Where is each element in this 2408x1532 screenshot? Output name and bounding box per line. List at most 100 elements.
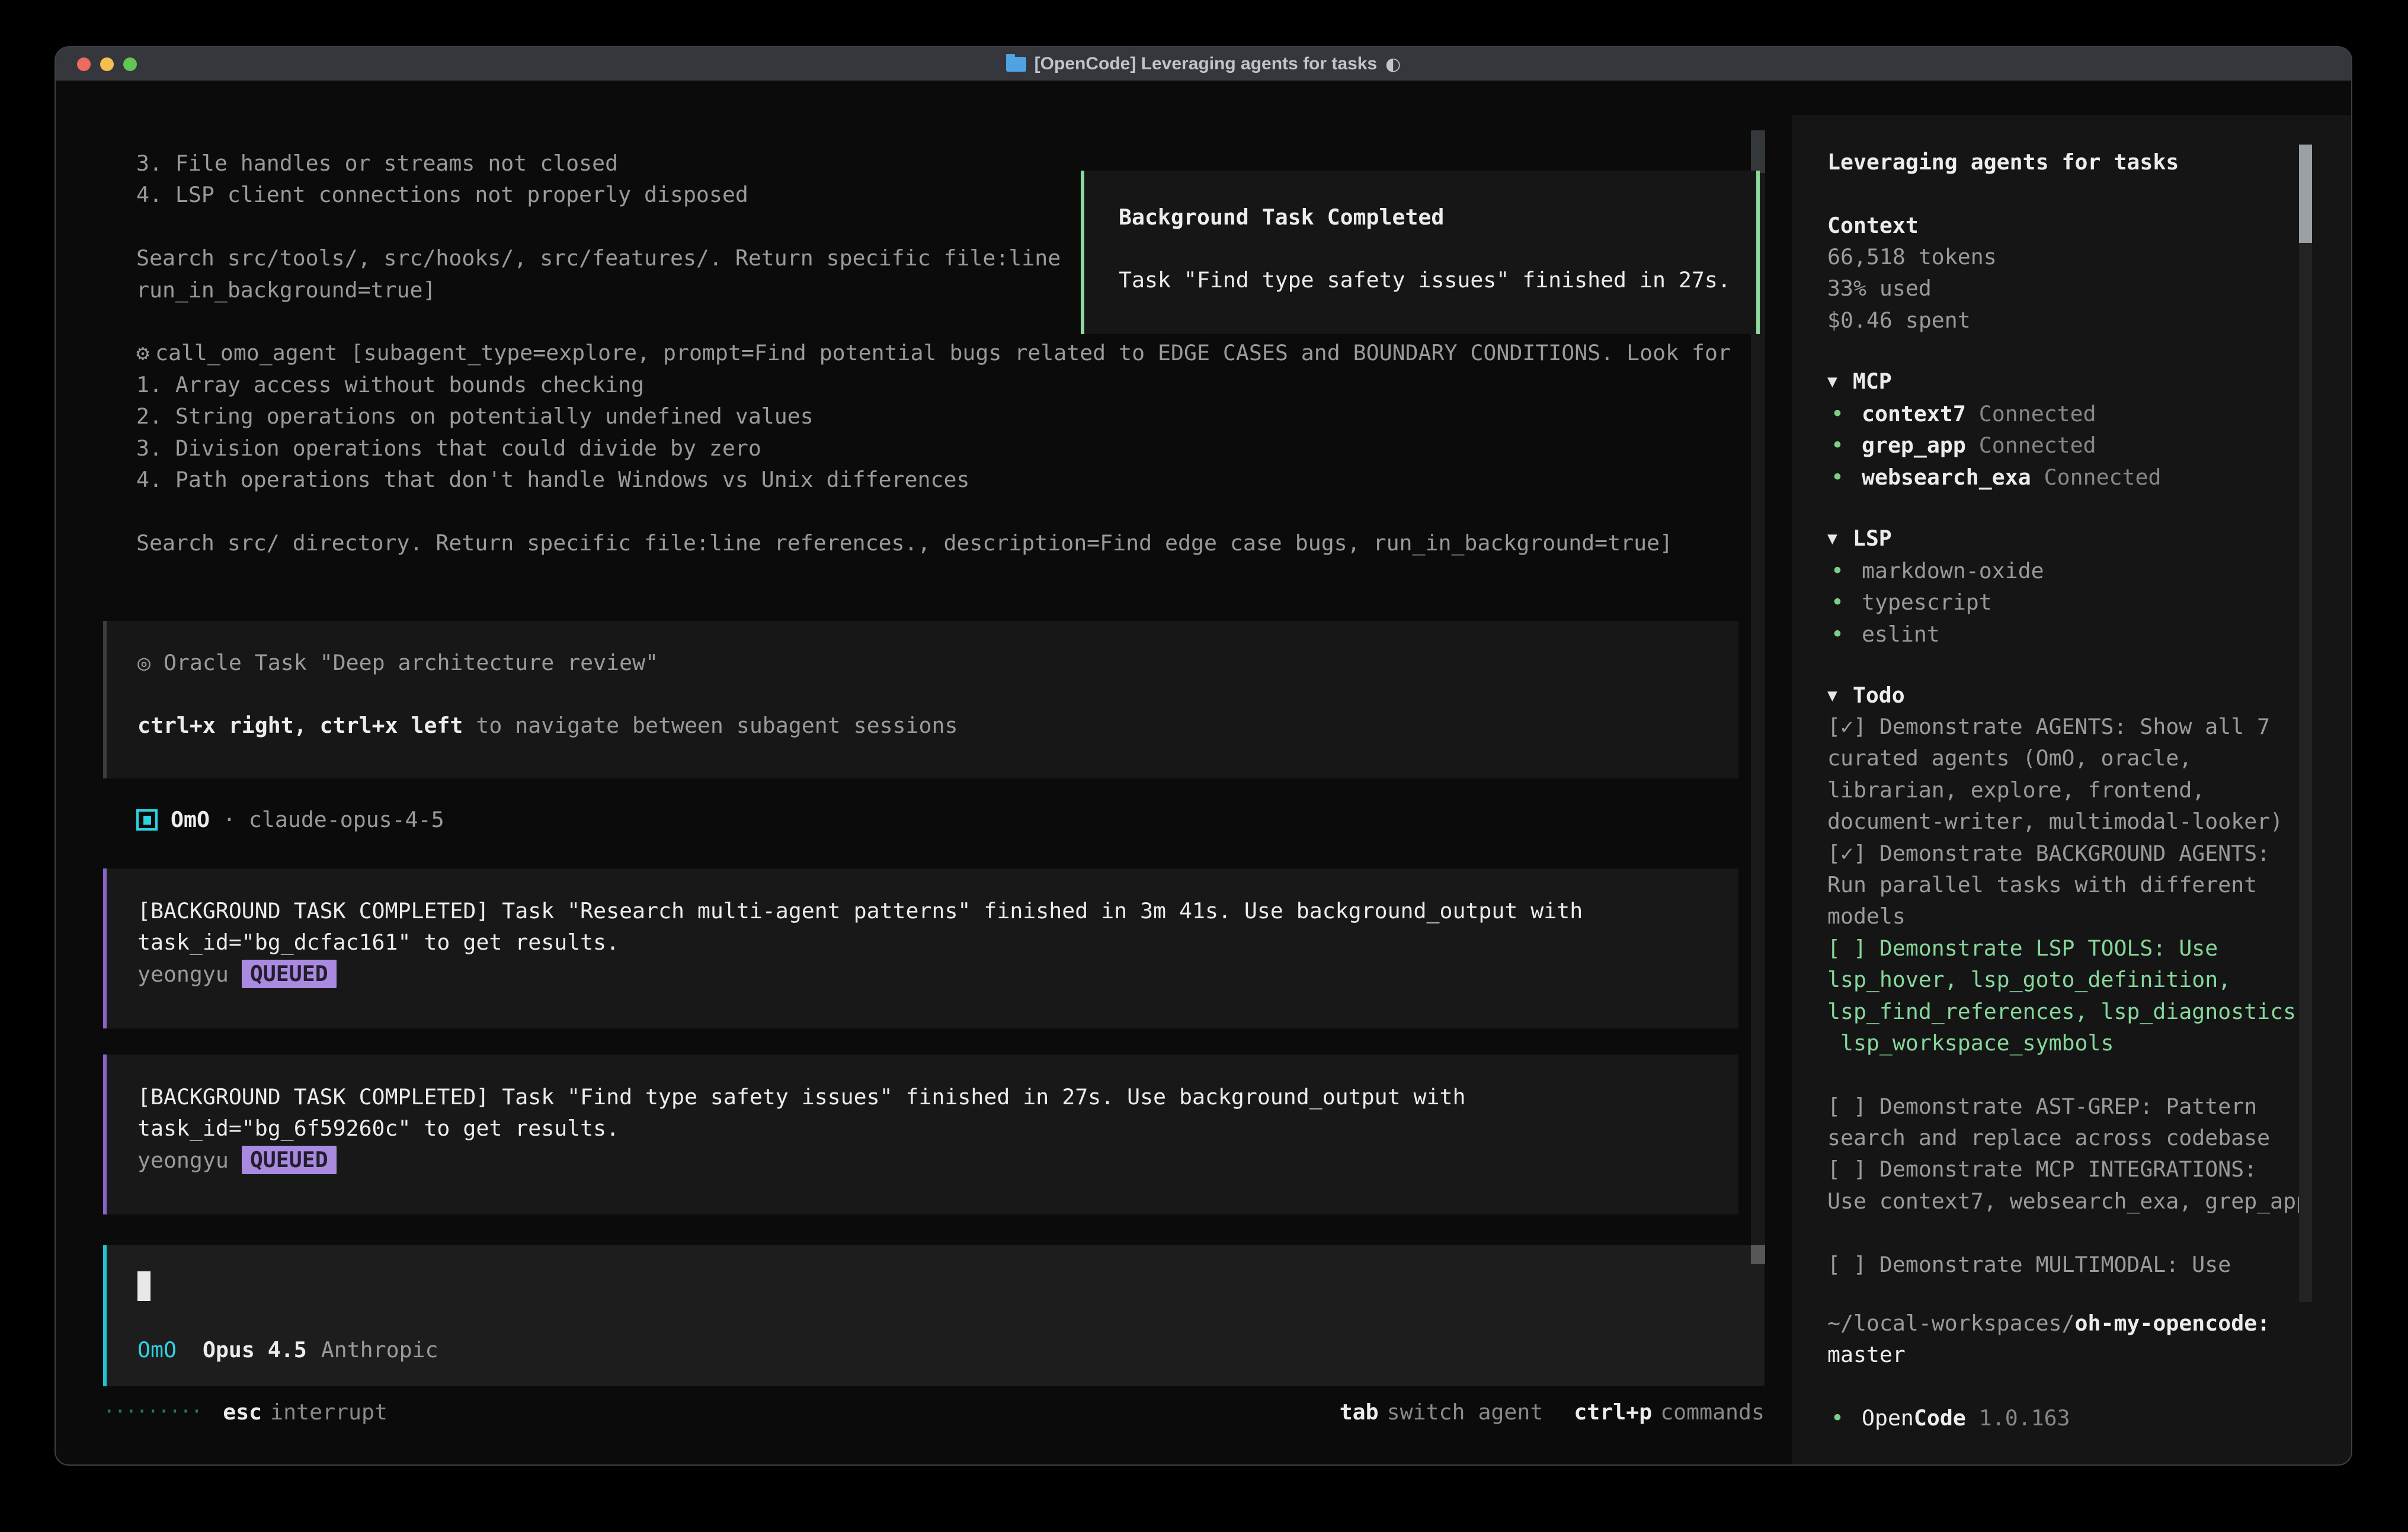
window-title: [OpenCode] Leveraging agents for tasks ◐ [1006, 47, 1401, 81]
mcp-item: •websearch_exa Connected [1827, 461, 2313, 493]
context-stats: 66,518 tokens 33% used $0.46 spent [1827, 241, 2313, 336]
background-task-message: [BACKGROUND TASK COMPLETED] Task "Resear… [103, 868, 1738, 1028]
lsp-name: markdown-oxide [1862, 558, 2044, 584]
todo-line: [ ] Demonstrate LSP TOOLS: Use [1827, 932, 2313, 964]
todo-line: document-writer, multimodal-looker) [1827, 806, 2313, 837]
context-tokens: 66,518 tokens [1827, 241, 2313, 273]
mcp-section-header[interactable]: ▼MCP [1827, 366, 2313, 397]
close-button[interactable] [77, 57, 91, 71]
status-dot-icon: • [1831, 398, 1844, 430]
lsp-heading: LSP [1853, 523, 1892, 554]
collapse-triangle-icon: ▼ [1827, 523, 1837, 554]
context-heading: Context [1827, 210, 2313, 241]
prompt-input[interactable]: OmO Opus 4.5 Anthropic [103, 1245, 1765, 1386]
todo-item-pending: [ ] Demonstrate MULTIMODAL: Use [1827, 1249, 2313, 1280]
mcp-item: •grep_app Connected [1827, 430, 2313, 461]
session-sidebar: Leveraging agents for tasks Context 66,5… [1792, 115, 2352, 1466]
todo-section-header[interactable]: ▼ Todo [1827, 680, 2313, 711]
model-selector[interactable]: OmO Opus 4.5 Anthropic [137, 1334, 1765, 1366]
todo-item-pending: [ ] Demonstrate AST-GREP: Pattern search… [1827, 1091, 2313, 1154]
oracle-task-panel: ◎ Oracle Task "Deep architecture review"… [103, 621, 1738, 778]
status-dot-icon: • [1831, 586, 1844, 618]
message-author: yeongyu [137, 1145, 229, 1176]
log-line: 1. Array access without bounds checking [136, 369, 1742, 400]
todo-item-active: [ ] Demonstrate LSP TOOLS: Use lsp_hover… [1827, 932, 2313, 1059]
todo-line: [ ] Demonstrate MCP INTEGRATIONS: [1827, 1153, 2313, 1185]
oracle-task-title: Oracle Task "Deep architecture review" [164, 650, 658, 675]
lsp-item: • typescript [1827, 586, 2313, 618]
app-name-bold: Code [1914, 1405, 1966, 1431]
todo-line: curated agents (OmO, oracle, [1827, 742, 2313, 774]
background-task-toast: Background Task Completed Task "Find typ… [1081, 171, 1760, 334]
sidebar-title-block: Leveraging agents for tasks [1827, 146, 2313, 178]
esc-action-label: interrupt [270, 1396, 388, 1428]
todo-line: Use context7, websearch_exa, grep_app [1827, 1185, 2313, 1217]
workspace-line: ~/local-workspaces/oh-my-opencode: [1827, 1307, 2313, 1339]
message-line: task_id="bg_6f59260c" to get results. [137, 1113, 1738, 1144]
tab-hint: tabswitch agent [1340, 1396, 1544, 1428]
status-left: ········· esc interrupt [103, 1396, 388, 1428]
workspace-repo: oh-my-opencode: [2075, 1310, 2271, 1336]
todo-line: Run parallel tasks with different [1827, 869, 2313, 900]
sidebar-scrollbar[interactable] [2299, 145, 2312, 1302]
status-bar: ········· esc interrupt tabswitch agent … [103, 1396, 1765, 1428]
lsp-name: typescript [1862, 589, 1992, 615]
tab-action-label: switch agent [1387, 1396, 1544, 1428]
zoom-button[interactable] [123, 57, 137, 71]
lsp-item: •markdown-oxide [1827, 555, 2313, 586]
agent-name: OmO [171, 804, 210, 835]
spacer [1827, 1217, 2313, 1248]
scrollbar-thumb[interactable] [2299, 145, 2312, 243]
session-title: Leveraging agents for tasks [1827, 146, 2313, 178]
message-line: [BACKGROUND TASK COMPLETED] Task "Resear… [137, 895, 1738, 927]
ctrlp-key-label: ctrl+p [1574, 1396, 1652, 1428]
todo-line: [ ] Demonstrate MULTIMODAL: Use [1827, 1249, 2313, 1280]
tab-key-label: tab [1340, 1396, 1379, 1428]
todo-heading: Todo [1853, 680, 1905, 711]
todo-item-done: [✓] Demonstrate BACKGROUND AGENTS: Run p… [1827, 838, 2313, 932]
mcp-items: •context7 Connected •grep_app Connected … [1827, 398, 2313, 493]
separator-dot: · [223, 804, 236, 835]
agent-model: claude-opus-4-5 [249, 804, 444, 835]
app-version: 1.0.163 [1979, 1405, 2070, 1431]
lsp-section-header[interactable]: ▼ LSP [1827, 523, 2313, 554]
status-dot-icon: • [1831, 461, 1844, 493]
window-titlebar[interactable]: [OpenCode] Leveraging agents for tasks ◐ [56, 47, 2351, 81]
log-line: 4. Path operations that don't handle Win… [136, 464, 1742, 495]
context-heading-block: Context [1827, 210, 2313, 241]
message-meta: yeongyu QUEUED [137, 959, 1738, 990]
queued-badge: QUEUED [242, 1146, 337, 1174]
esc-key-label: esc [223, 1396, 262, 1428]
window-title-text: [OpenCode] Leveraging agents for tasks [1035, 47, 1377, 81]
todo-line: [✓] Demonstrate BACKGROUND AGENTS: [1827, 838, 2313, 869]
version-row: •OpenCode 1.0.163 [1827, 1402, 2313, 1434]
subagent-nav-hint: ctrl+x right, ctrl+x left to navigate be… [137, 710, 1738, 741]
spacer [1827, 1059, 2313, 1090]
spinner-dots-icon: ········· [103, 1396, 201, 1428]
lsp-name: eslint [1862, 621, 1940, 647]
workspace-prefix: ~/local-workspaces/ [1827, 1310, 2075, 1336]
omo-agent-icon [136, 809, 158, 831]
lsp-item: •eslint [1827, 618, 2313, 650]
mcp-status-text: Connected [1979, 401, 2096, 427]
message-line: task_id="bg_dcfac161" to get results. [137, 927, 1738, 958]
opencode-window: [OpenCode] Leveraging agents for tasks ◐… [55, 46, 2352, 1466]
message-author: yeongyu [137, 959, 229, 990]
message-meta: yeongyu QUEUED [137, 1145, 1738, 1176]
status-dot-icon: • [1831, 430, 1844, 461]
todo-line: lsp_workspace_symbols [1827, 1027, 2313, 1059]
mcp-status-text: Connected [2044, 464, 2162, 490]
mcp-name: grep_app [1862, 432, 1966, 458]
half-circle-icon: ◐ [1385, 54, 1401, 75]
hint-keys: ctrl+x right, ctrl+x left [137, 713, 463, 738]
minimize-button[interactable] [100, 57, 114, 71]
todo-line: librarian, explore, frontend, [1827, 774, 2313, 806]
text-cursor [137, 1271, 150, 1301]
scrollbar-thumb[interactable] [1751, 1245, 1765, 1264]
mcp-status [1966, 401, 1979, 427]
context-used: 33% used [1827, 273, 2313, 304]
collapse-triangle-icon: ▼ [1827, 680, 1837, 711]
opencode-version: •OpenCode 1.0.163 [1827, 1402, 2313, 1434]
scrollbar-thumb[interactable] [1751, 130, 1765, 173]
todo-line: lsp_hover, lsp_goto_definition, [1827, 964, 2313, 995]
